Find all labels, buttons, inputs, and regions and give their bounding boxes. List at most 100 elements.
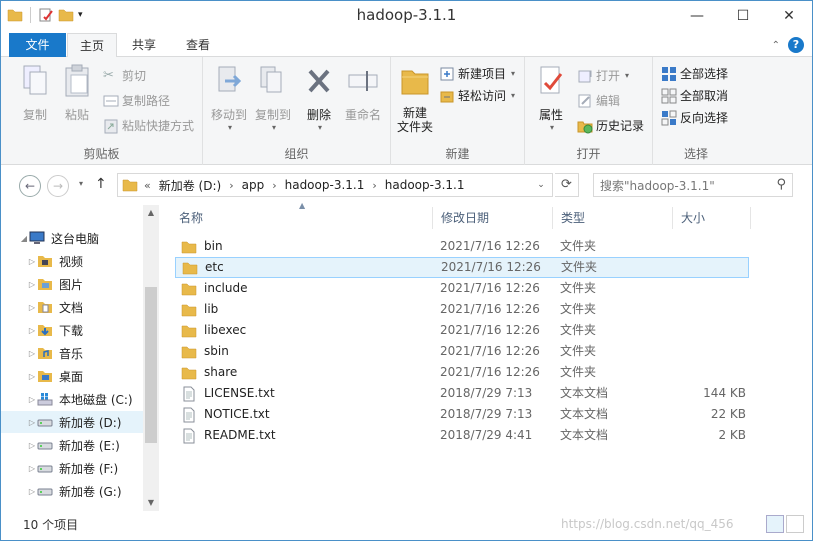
expand-arrow-icon[interactable]: ▷: [27, 303, 37, 312]
search-input[interactable]: 搜索"hadoop-3.1.1" ⚲: [593, 173, 793, 197]
nav-item-drive-c[interactable]: ▷ 本地磁盘 (C:): [1, 388, 143, 410]
refresh-button[interactable]: ⟳: [555, 173, 579, 197]
copy-button[interactable]: 复制: [13, 63, 57, 123]
history-button[interactable]: 历史记录: [577, 115, 644, 137]
file-row[interactable]: NOTICE.txt 2018/7/29 7:13 文本文档 22 KB: [175, 404, 749, 425]
title-bar: ▾ hadoop-3.1.1 — ☐ ✕: [1, 1, 812, 33]
file-row[interactable]: lib 2021/7/16 12:26 文件夹: [175, 299, 749, 320]
expand-arrow-icon[interactable]: ▷: [27, 441, 37, 450]
file-row[interactable]: etc 2021/7/16 12:26 文件夹: [175, 257, 749, 278]
nav-item-this-pc[interactable]: ◢ 这台电脑: [1, 227, 143, 249]
invert-selection-button[interactable]: 反向选择: [661, 107, 728, 129]
file-name: share: [204, 365, 238, 379]
delete-button[interactable]: 删除 ▾: [299, 63, 339, 132]
tab-share[interactable]: 共享: [119, 33, 169, 57]
search-icon[interactable]: ⚲: [776, 177, 786, 192]
tab-file[interactable]: 文件: [9, 33, 66, 57]
breadcrumb-item[interactable]: hadoop-3.1.1: [385, 178, 465, 192]
nav-pane-scrollbar[interactable]: ▲ ▼: [143, 205, 159, 511]
tab-home[interactable]: 主页: [67, 33, 117, 58]
easy-access-button[interactable]: 轻松访问 ▾: [439, 85, 515, 107]
recent-locations-chevron-icon[interactable]: ▾: [79, 179, 83, 188]
expand-arrow-icon[interactable]: ▷: [27, 349, 37, 358]
expand-arrow-icon[interactable]: ▷: [27, 372, 37, 381]
copy-to-button[interactable]: 复制到 ▾: [251, 63, 295, 132]
expand-arrow-icon[interactable]: ▷: [27, 464, 37, 473]
paste-button[interactable]: 粘贴: [59, 63, 95, 123]
tab-view[interactable]: 查看: [173, 33, 223, 57]
maximize-button[interactable]: ☐: [720, 1, 766, 31]
scroll-up-icon[interactable]: ▲: [143, 205, 159, 221]
file-row[interactable]: README.txt 2018/7/29 4:41 文本文档 2 KB: [175, 425, 749, 446]
nav-item-drive-d[interactable]: ▷ 新加卷 (D:): [1, 411, 143, 433]
close-button[interactable]: ✕: [766, 1, 812, 31]
nav-item-desktop[interactable]: ▷ 桌面: [1, 365, 143, 387]
file-date: 2021/7/16 12:26: [440, 281, 540, 295]
large-icons-view-button[interactable]: [786, 515, 804, 533]
file-row[interactable]: libexec 2021/7/16 12:26 文件夹: [175, 320, 749, 341]
select-none-button[interactable]: 全部取消: [661, 85, 728, 107]
copy-path-button[interactable]: 复制路径: [103, 90, 170, 112]
copy-path-icon: [103, 95, 119, 107]
help-icon[interactable]: ?: [788, 37, 804, 53]
open-group: 属性 ▾ 打开 ▾ 编辑 历史记录 打开: [525, 57, 653, 165]
breadcrumb-overflow[interactable]: «: [144, 179, 151, 192]
cut-button[interactable]: ✂ 剪切: [103, 65, 146, 87]
new-folder-button[interactable]: 新建 文件夹: [393, 63, 437, 134]
paste-label: 粘贴: [64, 108, 89, 122]
paste-shortcut-button[interactable]: 粘贴快捷方式: [103, 115, 194, 137]
chevron-right-icon[interactable]: ›: [229, 179, 233, 192]
expand-arrow-icon[interactable]: ▷: [27, 487, 37, 496]
forward-button[interactable]: →: [47, 175, 69, 197]
expand-arrow-icon[interactable]: ▷: [27, 257, 37, 266]
address-history-chevron-icon[interactable]: ⌄: [532, 176, 550, 194]
expand-arrow-icon[interactable]: ▷: [27, 395, 37, 404]
new-folder-icon: [401, 70, 429, 95]
column-header-date[interactable]: 修改日期: [433, 207, 553, 229]
back-button[interactable]: ←: [19, 175, 41, 197]
file-row[interactable]: include 2021/7/16 12:26 文件夹: [175, 278, 749, 299]
details-view-button[interactable]: [766, 515, 784, 533]
rename-button[interactable]: 重命名: [341, 63, 385, 123]
file-row[interactable]: sbin 2021/7/16 12:26 文件夹: [175, 341, 749, 362]
file-row[interactable]: share 2021/7/16 12:26 文件夹: [175, 362, 749, 383]
nav-item-music[interactable]: ▷ 音乐: [1, 342, 143, 364]
edit-button[interactable]: 编辑: [577, 90, 620, 112]
minimize-button[interactable]: —: [674, 1, 720, 31]
column-header-size[interactable]: 大小: [673, 207, 751, 229]
scrollbar-thumb[interactable]: [145, 287, 157, 443]
open-button[interactable]: 打开 ▾: [577, 65, 629, 87]
address-bar[interactable]: « 新加卷 (D:) › app › hadoop-3.1.1 › hadoop…: [117, 173, 553, 197]
nav-item-pictures[interactable]: ▷ 图片: [1, 273, 143, 295]
column-header-name[interactable]: 名称: [171, 207, 433, 229]
history-icon: [577, 121, 593, 134]
nav-item-videos[interactable]: ▷ 视频: [1, 250, 143, 272]
file-row[interactable]: bin 2021/7/16 12:26 文件夹: [175, 236, 749, 257]
file-row[interactable]: LICENSE.txt 2018/7/29 7:13 文本文档 144 KB: [175, 383, 749, 404]
new-item-button[interactable]: 新建项目 ▾: [439, 63, 515, 85]
collapse-ribbon-icon[interactable]: ⌃: [772, 40, 780, 51]
expand-arrow-icon[interactable]: ▷: [27, 418, 37, 427]
nav-item-downloads[interactable]: ▷ 下载: [1, 319, 143, 341]
nav-item-drive-e[interactable]: ▷ 新加卷 (E:): [1, 434, 143, 456]
move-to-button[interactable]: 移动到 ▾: [207, 63, 251, 132]
nav-item-documents[interactable]: ▷ 文档: [1, 296, 143, 318]
expand-arrow-icon[interactable]: ▷: [27, 280, 37, 289]
file-type: 文件夹: [560, 323, 597, 337]
expand-arrow-icon[interactable]: ▷: [27, 326, 37, 335]
nav-item-drive-f[interactable]: ▷ 新加卷 (F:): [1, 457, 143, 479]
breadcrumb-item[interactable]: app: [242, 178, 265, 192]
scroll-down-icon[interactable]: ▼: [143, 495, 159, 511]
breadcrumb-item[interactable]: hadoop-3.1.1: [285, 178, 365, 192]
column-header-type[interactable]: 类型: [553, 207, 673, 229]
breadcrumb-item[interactable]: 新加卷 (D:): [159, 177, 221, 194]
expand-arrow-icon[interactable]: ◢: [19, 234, 29, 243]
select-group-label: 选择: [683, 147, 708, 161]
nav-item-drive-g[interactable]: ▷ 新加卷 (G:): [1, 480, 143, 502]
select-all-button[interactable]: 全部选择: [661, 63, 728, 85]
folder-icon: [181, 325, 197, 337]
properties-button[interactable]: 属性 ▾: [531, 63, 571, 132]
up-arrow-icon[interactable]: ↑: [95, 176, 107, 192]
chevron-right-icon[interactable]: ›: [272, 179, 276, 192]
chevron-right-icon[interactable]: ›: [372, 179, 376, 192]
